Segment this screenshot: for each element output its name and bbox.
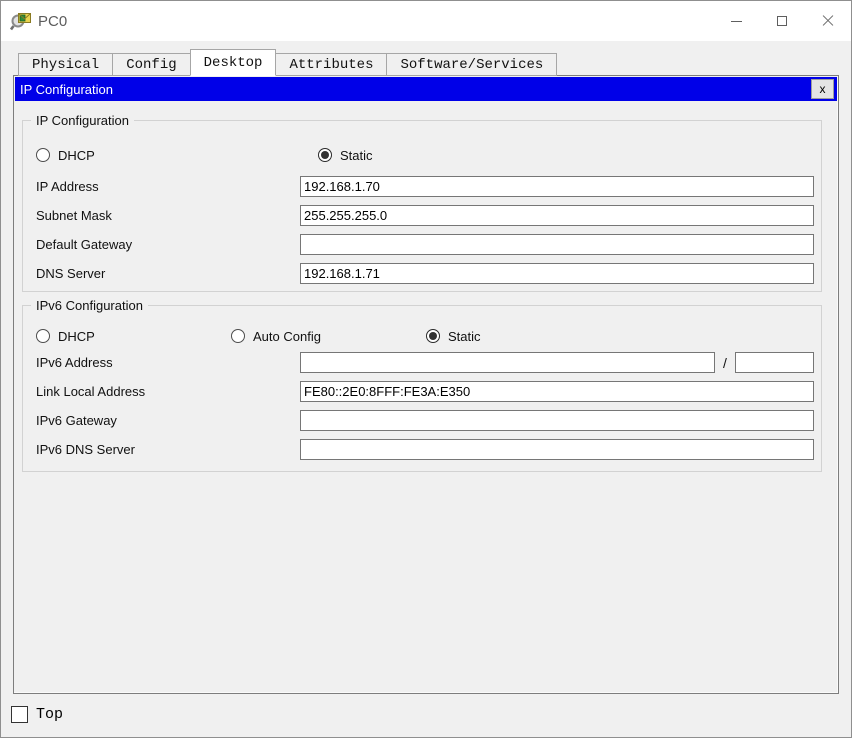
default-gateway-input[interactable] <box>300 234 814 255</box>
dialog-titlebar: IP Configuration x <box>15 77 837 101</box>
top-checkbox-label: Top <box>36 706 64 723</box>
desktop-tab-panel: IP Configuration x IP Configuration DHCP… <box>13 75 839 694</box>
ipv6-mode-radio-row: DHCP Auto Config Static <box>36 328 814 344</box>
footer: Top <box>11 706 63 723</box>
ipv4-dhcp-radio[interactable]: DHCP <box>36 148 318 163</box>
subnet-mask-input[interactable] <box>300 205 814 226</box>
ipv6-address-label: IPv6 Address <box>36 355 113 370</box>
ip-address-row: IP Address <box>36 176 814 197</box>
link-local-address-label: Link Local Address <box>36 384 146 399</box>
tab-attributes[interactable]: Attributes <box>275 53 388 76</box>
ip-address-input[interactable] <box>300 176 814 197</box>
ipv6-dns-server-input[interactable] <box>300 439 814 460</box>
ipv6-dns-server-label: IPv6 DNS Server <box>36 442 135 457</box>
window-title: PC0 <box>38 12 68 30</box>
link-local-address-row: Link Local Address <box>36 381 814 402</box>
subnet-mask-label: Subnet Mask <box>36 208 112 223</box>
dialog-title: IP Configuration <box>20 81 113 97</box>
radio-icon[interactable] <box>36 329 50 343</box>
ipv6-configuration-group: IPv6 Configuration DHCP Auto Config Stat… <box>22 298 822 472</box>
top-checkbox[interactable] <box>11 706 28 723</box>
tab-bar: Physical Config Desktop Attributes Softw… <box>18 49 558 76</box>
ipv6-autoconfig-label: Auto Config <box>253 328 321 344</box>
tab-desktop[interactable]: Desktop <box>189 49 277 76</box>
link-local-address-input[interactable] <box>300 381 814 402</box>
maximize-icon <box>777 16 787 26</box>
dns-server-label: DNS Server <box>36 266 106 281</box>
ipv6-prefix-input[interactable] <box>735 352 814 373</box>
tab-physical[interactable]: Physical <box>18 53 114 76</box>
device-window: PC0 Physical Config Desktop Attributes S… <box>0 0 852 738</box>
ipv6-static-label: Static <box>448 328 481 344</box>
ipv6-address-row: IPv6 Address / <box>36 352 814 373</box>
dialog-close-button[interactable]: x <box>811 79 834 99</box>
ipv6-gateway-label: IPv6 Gateway <box>36 413 117 428</box>
ipv6-gateway-row: IPv6 Gateway <box>36 410 814 431</box>
ipv6-gateway-input[interactable] <box>300 410 814 431</box>
close-icon <box>822 15 834 27</box>
radio-icon[interactable] <box>36 148 50 162</box>
ipv6-dhcp-radio[interactable]: DHCP <box>36 329 231 344</box>
dns-server-input[interactable] <box>300 263 814 284</box>
tab-config[interactable]: Config <box>112 53 191 76</box>
ipv6-static-radio[interactable]: Static <box>426 329 481 344</box>
tab-software-services[interactable]: Software/Services <box>386 53 558 76</box>
dns-server-row: DNS Server <box>36 263 814 284</box>
ipv6-address-input[interactable] <box>300 352 715 373</box>
ipv4-static-label: Static <box>340 147 373 163</box>
ip-configuration-legend: IP Configuration <box>31 113 134 128</box>
default-gateway-label: Default Gateway <box>36 237 133 252</box>
ipv6-autoconfig-radio[interactable]: Auto Config <box>231 329 426 344</box>
radio-icon[interactable] <box>318 148 332 162</box>
minimize-button[interactable] <box>713 1 759 41</box>
ipv4-dhcp-label: DHCP <box>58 147 95 163</box>
ipv6-configuration-legend: IPv6 Configuration <box>31 298 148 313</box>
maximize-button[interactable] <box>759 1 805 41</box>
window-controls <box>713 1 851 41</box>
close-button[interactable] <box>805 1 851 41</box>
radio-icon[interactable] <box>426 329 440 343</box>
subnet-mask-row: Subnet Mask <box>36 205 814 226</box>
ipv4-static-radio[interactable]: Static <box>318 148 373 163</box>
ip-configuration-group: IP Configuration DHCP Static IP Address … <box>22 113 822 292</box>
window-titlebar: PC0 <box>1 1 851 41</box>
default-gateway-row: Default Gateway <box>36 234 814 255</box>
packet-tracer-app-icon <box>10 13 31 31</box>
radio-icon[interactable] <box>231 329 245 343</box>
ipv6-dns-server-row: IPv6 DNS Server <box>36 439 814 460</box>
ipv4-mode-radio-row: DHCP Static <box>36 147 814 163</box>
ipv6-prefix-separator: / <box>723 354 727 371</box>
ipv6-dhcp-label: DHCP <box>58 328 95 344</box>
minimize-icon <box>730 20 742 22</box>
ip-address-label: IP Address <box>36 179 99 194</box>
